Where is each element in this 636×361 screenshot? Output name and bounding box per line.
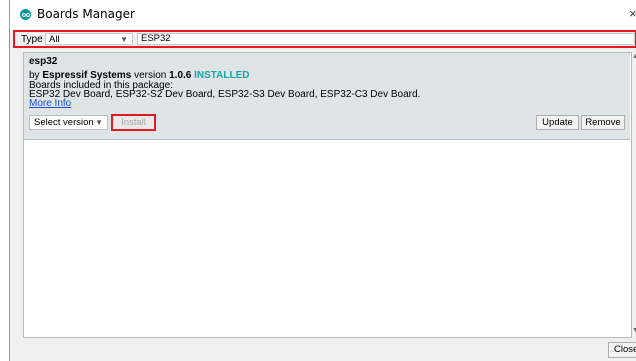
search-input[interactable]: ESP32 [137,33,635,45]
select-version-label: Select version [34,117,94,128]
close-button[interactable]: Close [608,342,636,358]
arduino-icon [20,9,31,20]
scroll-down-icon[interactable]: ▼ [632,327,636,334]
more-info-link[interactable]: More Info [29,98,71,109]
chevron-down-icon: ▼ [120,35,128,44]
boards-manager-window: Boards Manager × Type All ▼ ESP32 esp32 … [9,0,636,361]
window-close-icon[interactable]: × [629,6,636,20]
scroll-up-icon[interactable]: ▲ [632,53,636,60]
select-version-dropdown[interactable]: Select version ▼ [29,115,108,130]
type-dropdown[interactable]: All ▼ [45,33,133,45]
board-name: esp32 [29,56,58,67]
remove-button[interactable]: Remove [581,115,625,130]
update-button[interactable]: Update [536,115,579,130]
board-list[interactable]: esp32 by Espressif Systems version 1.0.6… [23,52,632,338]
installed-status: INSTALLED [194,70,250,81]
type-label: Type [21,34,43,45]
title-bar: Boards Manager × [10,0,636,30]
boards-included-list: ESP32 Dev Board, ESP32-S2 Dev Board, ESP… [29,89,421,100]
filter-bar: Type All ▼ ESP32 [13,30,636,48]
window-title: Boards Manager [37,7,135,21]
type-dropdown-value: All [49,34,60,45]
chevron-down-icon: ▼ [95,118,103,127]
install-button[interactable]: Install [111,114,156,131]
board-entry-esp32[interactable]: esp32 by Espressif Systems version 1.0.6… [24,53,630,140]
